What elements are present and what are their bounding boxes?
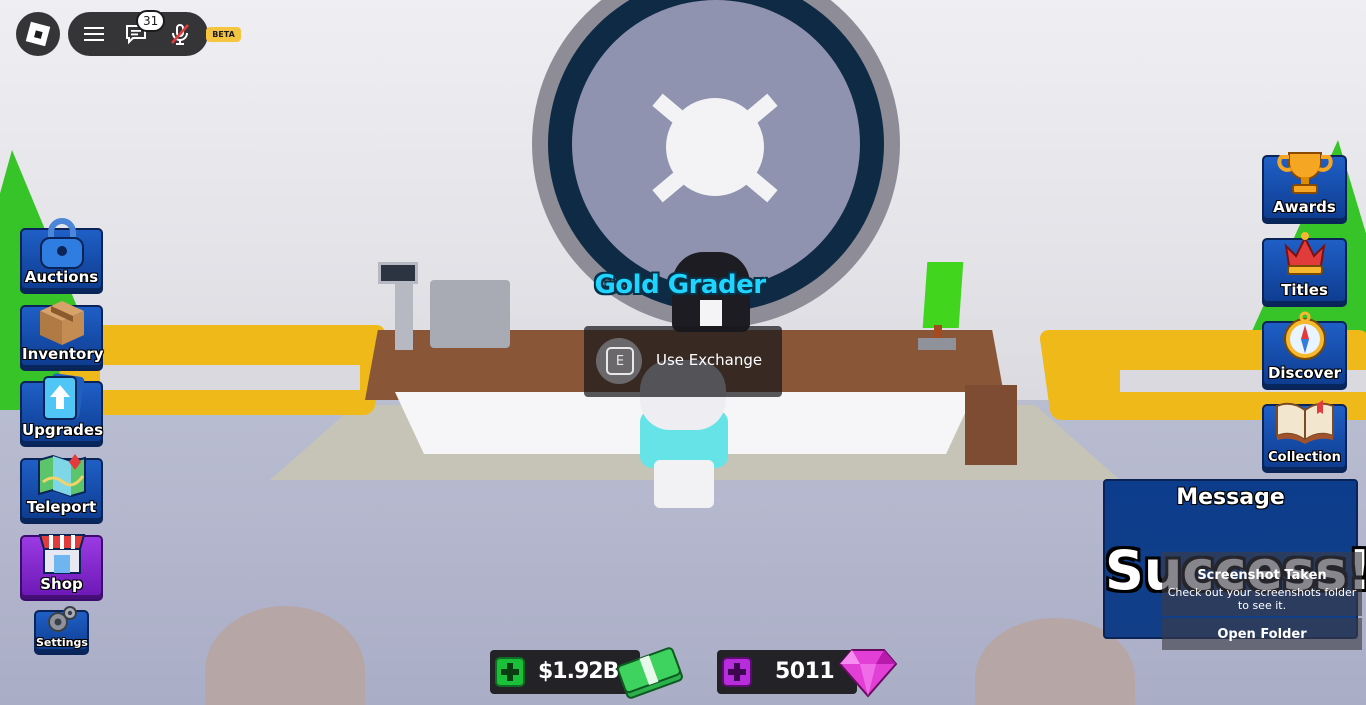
map-icon: [37, 454, 86, 498]
auctions-button[interactable]: Auctions: [20, 218, 103, 294]
settings-label: Settings: [36, 636, 88, 649]
compass-icon: [1283, 311, 1326, 360]
cash-register: [430, 280, 510, 348]
vault-hub: [666, 98, 764, 196]
toast-title: Screenshot Taken: [1197, 568, 1327, 583]
beta-badge: BETA: [206, 27, 241, 42]
shop-button[interactable]: Shop: [20, 534, 103, 601]
discover-button[interactable]: Discover: [1262, 311, 1347, 390]
cash-amount: $1.92B: [538, 659, 619, 684]
screenshot-toast: Screenshot Taken Check out your screensh…: [1162, 552, 1362, 650]
titles-button[interactable]: Titles: [1262, 232, 1347, 307]
buy-cash-button[interactable]: [495, 657, 525, 687]
crown-icon: [1284, 232, 1325, 275]
collection-button[interactable]: Collection: [1262, 400, 1347, 473]
titles-label: Titles: [1281, 281, 1328, 299]
prompt-action-text: Use Exchange: [656, 351, 763, 369]
gem-counter: 5011: [717, 650, 857, 694]
lamp-base: [918, 338, 956, 350]
collection-label: Collection: [1268, 450, 1341, 465]
padlock-icon: [39, 218, 84, 269]
npc-face: [700, 300, 722, 326]
message-title: Message: [1176, 485, 1285, 510]
trophy-icon: [1276, 152, 1333, 194]
menu-icon[interactable]: [82, 22, 106, 46]
player-avatar-legs: [654, 460, 714, 508]
upgrades-label: Upgrades: [22, 421, 104, 439]
sofa-left-seat: [100, 365, 360, 390]
buy-gems-button[interactable]: [722, 657, 752, 687]
auctions-label: Auctions: [24, 268, 99, 286]
teleport-label: Teleport: [26, 498, 97, 516]
green-lamp: [922, 262, 964, 328]
box-icon: [39, 301, 84, 345]
settings-button[interactable]: Settings: [34, 606, 89, 655]
upgrades-button[interactable]: Upgrades: [20, 373, 104, 447]
toast-body: Screenshot Taken Check out your screensh…: [1162, 552, 1362, 616]
counter-side: [965, 385, 1017, 465]
gear-icon: [47, 606, 77, 632]
cash-stack-icon: [617, 647, 683, 699]
gem-amount: 5011: [775, 659, 835, 684]
topbar-controls: 31: [68, 10, 208, 56]
shop-label: Shop: [40, 575, 83, 593]
upgrade-cards-icon: [42, 373, 84, 420]
roblox-logo-icon: [25, 21, 51, 47]
roblox-menu-button[interactable]: [16, 12, 60, 56]
inventory-label: Inventory: [22, 345, 104, 363]
awards-button[interactable]: Awards: [1262, 152, 1347, 224]
shop-icon: [38, 534, 85, 574]
use-exchange-prompt[interactable]: E Use Exchange: [584, 326, 782, 397]
open-book-icon: [1275, 400, 1334, 444]
plus-icon: [728, 663, 746, 681]
mic-muted-icon[interactable]: [168, 22, 192, 46]
toast-description: Check out your screenshots folder to see…: [1167, 586, 1357, 612]
chat-unread-badge: 31: [136, 10, 166, 32]
teleport-button[interactable]: Teleport: [20, 454, 103, 524]
card-reader-screen: [378, 262, 418, 284]
npc-name-label: Gold Grader: [594, 270, 766, 300]
inventory-button[interactable]: Inventory: [20, 301, 104, 371]
gem-icon: [838, 649, 898, 698]
open-folder-button[interactable]: Open Folder: [1162, 618, 1362, 650]
discover-label: Discover: [1267, 364, 1342, 382]
plus-icon: [501, 663, 519, 681]
prompt-key-e: E: [606, 347, 634, 375]
awards-label: Awards: [1273, 198, 1336, 216]
